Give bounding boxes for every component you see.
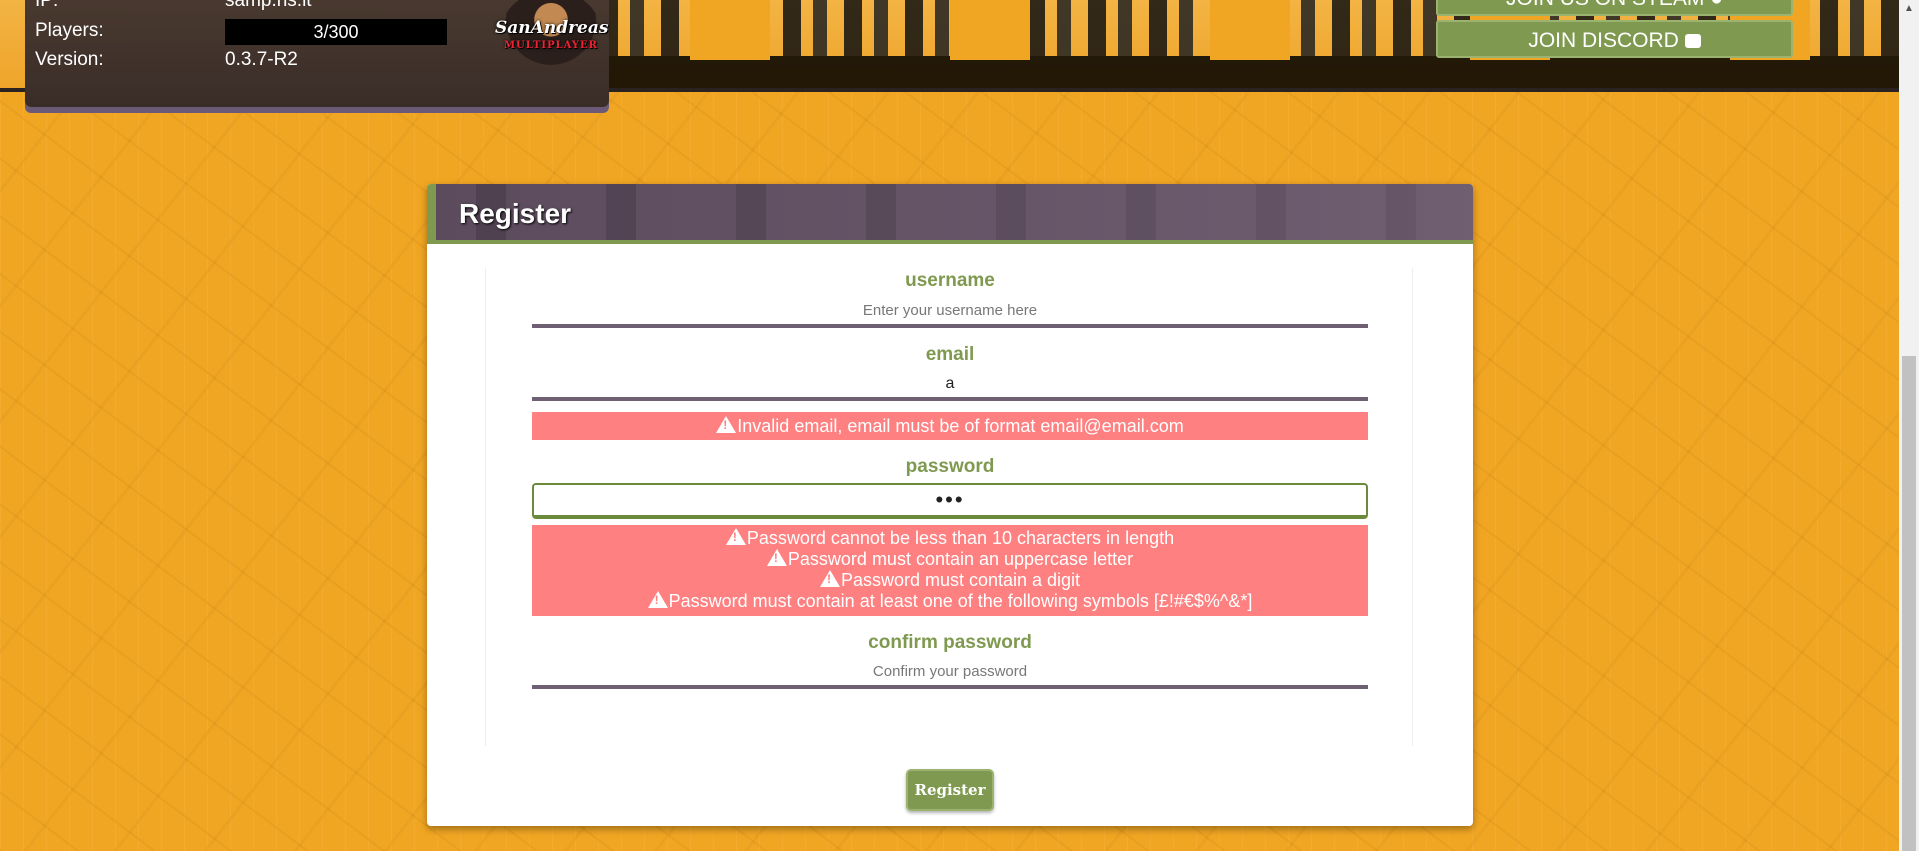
page-scrollbar[interactable]: ▲ [1899, 0, 1919, 851]
register-card: Register username Enter your username he… [427, 184, 1473, 826]
server-ip-value[interactable]: samp.ns.lt [225, 0, 312, 12]
server-ip-label: IP: [35, 0, 59, 11]
join-steam-label: JOIN US ON STEAM [1506, 0, 1704, 10]
register-card-header: Register [427, 184, 1473, 244]
register-form: username Enter your username here email … [485, 268, 1413, 746]
email-error-box: Invalid email, email must be of format e… [532, 412, 1368, 440]
password-error-box: Password cannot be less than 10 characte… [532, 525, 1368, 616]
password-input[interactable]: ••• [532, 483, 1368, 519]
logo-subtitle: MULTIPLAYER [503, 40, 598, 51]
confirm-password-label: confirm password [868, 632, 1032, 653]
confirm-password-input[interactable]: Confirm your password [532, 659, 1368, 689]
server-players-label: Players: [35, 20, 104, 41]
join-discord-button[interactable]: JOIN DISCORD [1436, 20, 1793, 58]
warning-icon [725, 528, 746, 545]
password-error-text: Password must contain an uppercase lette… [787, 549, 1134, 569]
warning-icon [819, 570, 840, 587]
password-error-text: Password cannot be less than 10 characte… [746, 528, 1175, 548]
steam-icon: ● [1710, 0, 1723, 10]
email-error-text: Invalid email, email must be of format e… [737, 416, 1184, 436]
warning-icon [766, 549, 787, 566]
password-error-item: Password cannot be less than 10 characte… [532, 528, 1368, 549]
warning-icon [716, 416, 737, 433]
password-error-text: Password must contain at least one of th… [668, 591, 1253, 611]
server-info-panel: IP: samp.ns.lt Players: 3/300 Version: 0… [25, 0, 609, 107]
logo-text: SanAndreas MULTIPLAYER [495, 18, 609, 54]
register-button[interactable]: Register [906, 769, 994, 811]
password-error-item: Password must contain a digit [532, 570, 1368, 591]
scrollbar-thumb[interactable] [1902, 356, 1916, 851]
password-error-text: Password must contain a digit [840, 570, 1081, 590]
password-error-item: Password must contain at least one of th… [532, 591, 1368, 612]
players-count-bar: 3/300 [225, 19, 447, 45]
email-label: email [925, 344, 975, 365]
server-version-value: 0.3.7-R2 [225, 49, 298, 70]
scroll-up-arrow-icon[interactable]: ▲ [1899, 0, 1919, 18]
username-label: username [905, 270, 995, 291]
discord-icon [1684, 34, 1701, 48]
logo-title: SanAndreas [495, 18, 609, 38]
warning-icon [647, 591, 668, 608]
username-input[interactable]: Enter your username here [532, 298, 1368, 328]
join-steam-button[interactable]: JOIN US ON STEAM ● [1436, 0, 1793, 16]
join-discord-label: JOIN DISCORD [1528, 29, 1679, 52]
register-title: Register [459, 198, 572, 229]
server-version-label: Version: [35, 49, 104, 70]
password-label: password [905, 456, 995, 477]
email-input[interactable]: a [532, 371, 1368, 401]
password-error-item: Password must contain an uppercase lette… [532, 549, 1368, 570]
